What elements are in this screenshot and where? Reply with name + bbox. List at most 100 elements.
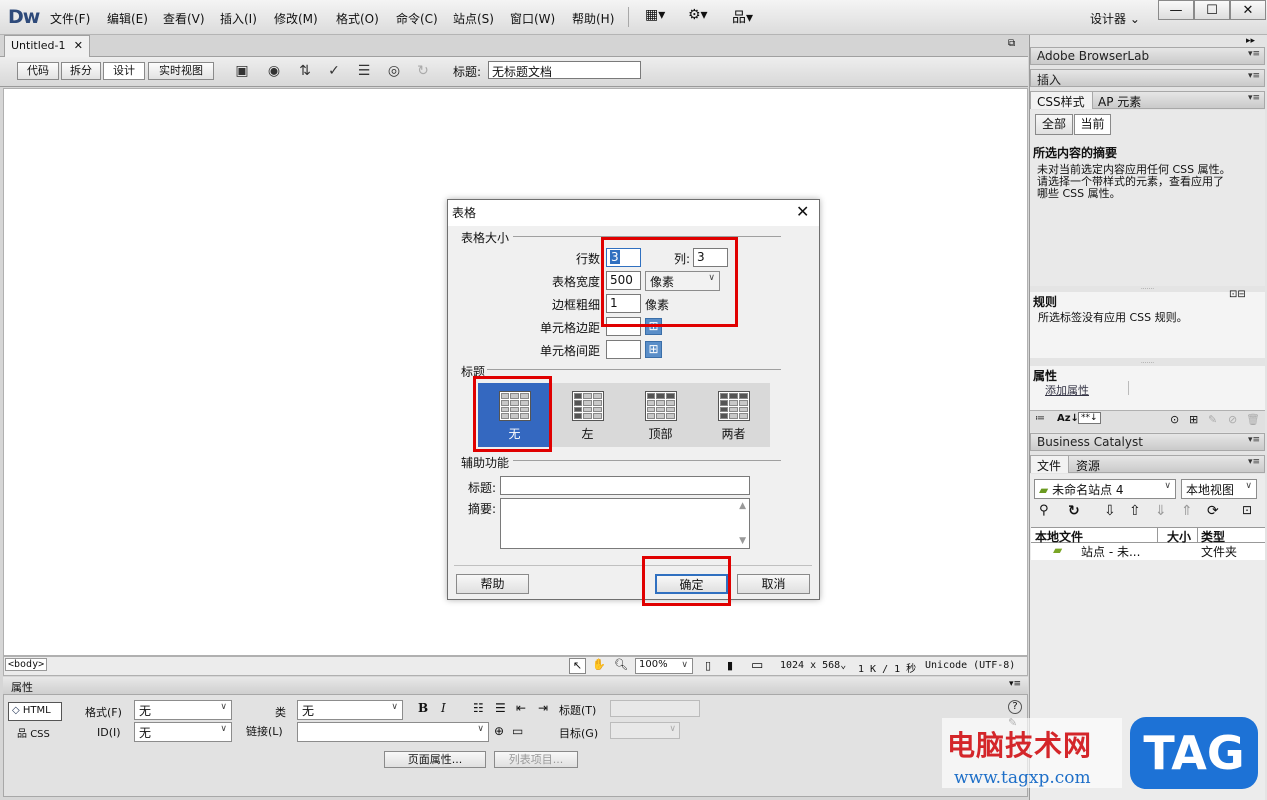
panel-menu-icon[interactable]: ▾≡: [1248, 49, 1260, 59]
connect-icon[interactable]: ⚲: [1039, 503, 1049, 518]
menu-edit[interactable]: 编辑(E): [107, 10, 148, 27]
help-icon[interactable]: ?: [1008, 700, 1022, 714]
chevron-down-icon: ∨: [1245, 481, 1252, 491]
tablet-size-icon[interactable]: ▮: [727, 659, 733, 672]
point-to-file-icon[interactable]: ⊕: [494, 724, 504, 738]
document-tab[interactable]: Untitled-1 ✕: [4, 35, 90, 57]
spacing-input[interactable]: [606, 340, 641, 359]
browser-preview-icon[interactable]: ◉: [262, 60, 286, 82]
view-split-button[interactable]: 拆分: [61, 62, 101, 80]
tab-css-styles[interactable]: CSS样式: [1031, 92, 1093, 109]
menu-window[interactable]: 窗口(W): [510, 10, 555, 27]
maximize-button[interactable]: ☐: [1194, 0, 1230, 20]
panel-menu-icon[interactable]: ▾≡: [1248, 71, 1260, 81]
bold-icon[interactable]: B: [418, 701, 428, 715]
panel-menu-icon[interactable]: ▾≡: [1248, 435, 1260, 445]
italic-icon[interactable]: I: [441, 701, 446, 715]
file-management-icon[interactable]: ⇅: [293, 60, 317, 82]
business-catalyst-header[interactable]: Business Catalyst ▾≡: [1030, 433, 1265, 451]
refresh-icon[interactable]: ↻: [1068, 503, 1080, 519]
menu-site[interactable]: 站点(S): [453, 10, 494, 27]
table-row[interactable]: ▰ 站点 - 未... 文件夹: [1031, 543, 1265, 560]
panel-menu-icon[interactable]: ▾≡: [1009, 679, 1021, 689]
close-tab-icon[interactable]: ✕: [74, 39, 83, 52]
class-select[interactable]: 无 ∨: [297, 700, 403, 720]
header-option-left[interactable]: 左: [551, 383, 624, 447]
mobile-size-icon[interactable]: ▯: [705, 659, 711, 672]
indent-icon[interactable]: ⇥: [538, 701, 548, 715]
css-mode-button[interactable]: 品 CSS: [17, 725, 50, 740]
scroll-up-icon[interactable]: ▲: [739, 501, 746, 511]
minimize-button[interactable]: —: [1158, 0, 1194, 20]
attach-style-icon[interactable]: ⊙: [1170, 413, 1179, 426]
add-attribute-link[interactable]: 添加属性: [1045, 382, 1089, 398]
menu-insert[interactable]: 插入(I): [220, 10, 257, 27]
tab-assets[interactable]: 资源: [1076, 457, 1100, 474]
tag-selector-body[interactable]: <body>: [5, 658, 48, 671]
outdent-icon[interactable]: ⇤: [516, 701, 526, 715]
folder-icon[interactable]: ▭: [512, 724, 523, 738]
site-select[interactable]: ▰ 未命名站点 4 ∨: [1034, 479, 1176, 499]
expand-icon[interactable]: ⊡: [1242, 503, 1252, 517]
zoom-select[interactable]: 100% ∨: [635, 658, 693, 674]
close-window-button[interactable]: ✕: [1230, 0, 1266, 20]
header-option-top[interactable]: 顶部: [624, 383, 697, 447]
set-properties-icon[interactable]: **↓: [1078, 412, 1101, 424]
cancel-button[interactable]: 取消: [737, 574, 810, 594]
window-size[interactable]: 1024 x 568⌄: [780, 660, 846, 671]
format-select[interactable]: 无 ∨: [134, 700, 232, 720]
link-input[interactable]: ∨: [297, 722, 489, 742]
put-files-icon[interactable]: ⇧: [1129, 503, 1141, 519]
close-icon[interactable]: ✕: [796, 202, 809, 221]
document-title-input[interactable]: 无标题文档: [488, 61, 641, 79]
browserlab-panel-header[interactable]: Adobe BrowserLab ▾≡: [1030, 47, 1265, 65]
menu-format[interactable]: 格式(O): [336, 10, 379, 27]
menu-commands[interactable]: 命令(C): [396, 10, 438, 27]
check-browser-icon[interactable]: ☰: [352, 60, 376, 82]
gear-icon[interactable]: ⚙▾: [688, 7, 708, 23]
synchronize-icon[interactable]: ⟳: [1207, 503, 1219, 519]
page-properties-button[interactable]: 页面属性...: [384, 751, 486, 768]
w3c-validation-icon[interactable]: ✓: [322, 60, 346, 82]
view-select[interactable]: 本地视图 ∨: [1181, 479, 1257, 499]
site-icon[interactable]: 品▾: [732, 7, 753, 27]
desktop-size-icon[interactable]: ▭: [751, 658, 763, 673]
menu-file[interactable]: 文件(F): [50, 10, 90, 27]
summary-textarea[interactable]: ▲ ▼: [500, 498, 750, 549]
category-view-icon[interactable]: ≔: [1035, 413, 1045, 424]
get-files-icon[interactable]: ⇩: [1104, 503, 1116, 519]
select-tool-icon[interactable]: ↖: [569, 658, 586, 674]
scroll-down-icon[interactable]: ▼: [739, 536, 746, 546]
new-rule-icon[interactable]: ⊞: [1189, 413, 1198, 426]
header-option-both[interactable]: 两者: [697, 383, 770, 447]
caption-input[interactable]: [500, 476, 750, 495]
html-mode-button[interactable]: ◇ HTML: [8, 702, 62, 721]
panel-menu-icon[interactable]: ▾≡: [1248, 457, 1260, 467]
menu-view[interactable]: 查看(V): [163, 10, 205, 27]
view-design-button[interactable]: 设计: [103, 62, 145, 80]
tab-ap-elements[interactable]: AP 元素: [1098, 93, 1141, 110]
layout-icon[interactable]: ▦▾: [645, 7, 665, 23]
zoom-tool-icon[interactable]: 🔍︎: [614, 658, 628, 671]
menu-help[interactable]: 帮助(H): [572, 10, 614, 27]
help-button[interactable]: 帮助: [456, 574, 529, 594]
collapse-icon[interactable]: ▸▸: [1246, 36, 1255, 46]
css-all-button[interactable]: 全部: [1035, 114, 1073, 135]
menu-modify[interactable]: 修改(M): [274, 10, 318, 27]
restore-icon[interactable]: ⧉: [1008, 38, 1015, 49]
cascade-icon[interactable]: ⊡⊟: [1229, 289, 1246, 300]
tab-files[interactable]: 文件: [1031, 456, 1069, 473]
view-live-button[interactable]: 实时视图: [148, 62, 214, 80]
visual-aids-icon[interactable]: ◎: [382, 60, 406, 82]
multiscreen-icon[interactable]: ▣: [230, 60, 254, 82]
id-select[interactable]: 无 ∨: [134, 722, 232, 742]
unordered-list-icon[interactable]: ☷: [473, 701, 484, 715]
panel-menu-icon[interactable]: ▾≡: [1248, 93, 1260, 103]
view-code-button[interactable]: 代码: [17, 62, 59, 80]
ordered-list-icon[interactable]: ☰: [495, 701, 506, 715]
workspace-switcher[interactable]: 设计器 ⌄: [1090, 10, 1140, 27]
alpha-view-icon[interactable]: Az↓: [1057, 413, 1079, 424]
css-current-button[interactable]: 当前: [1074, 114, 1111, 135]
insert-panel-header[interactable]: 插入 ▾≡: [1030, 69, 1265, 87]
hand-tool-icon[interactable]: ✋: [592, 658, 606, 671]
